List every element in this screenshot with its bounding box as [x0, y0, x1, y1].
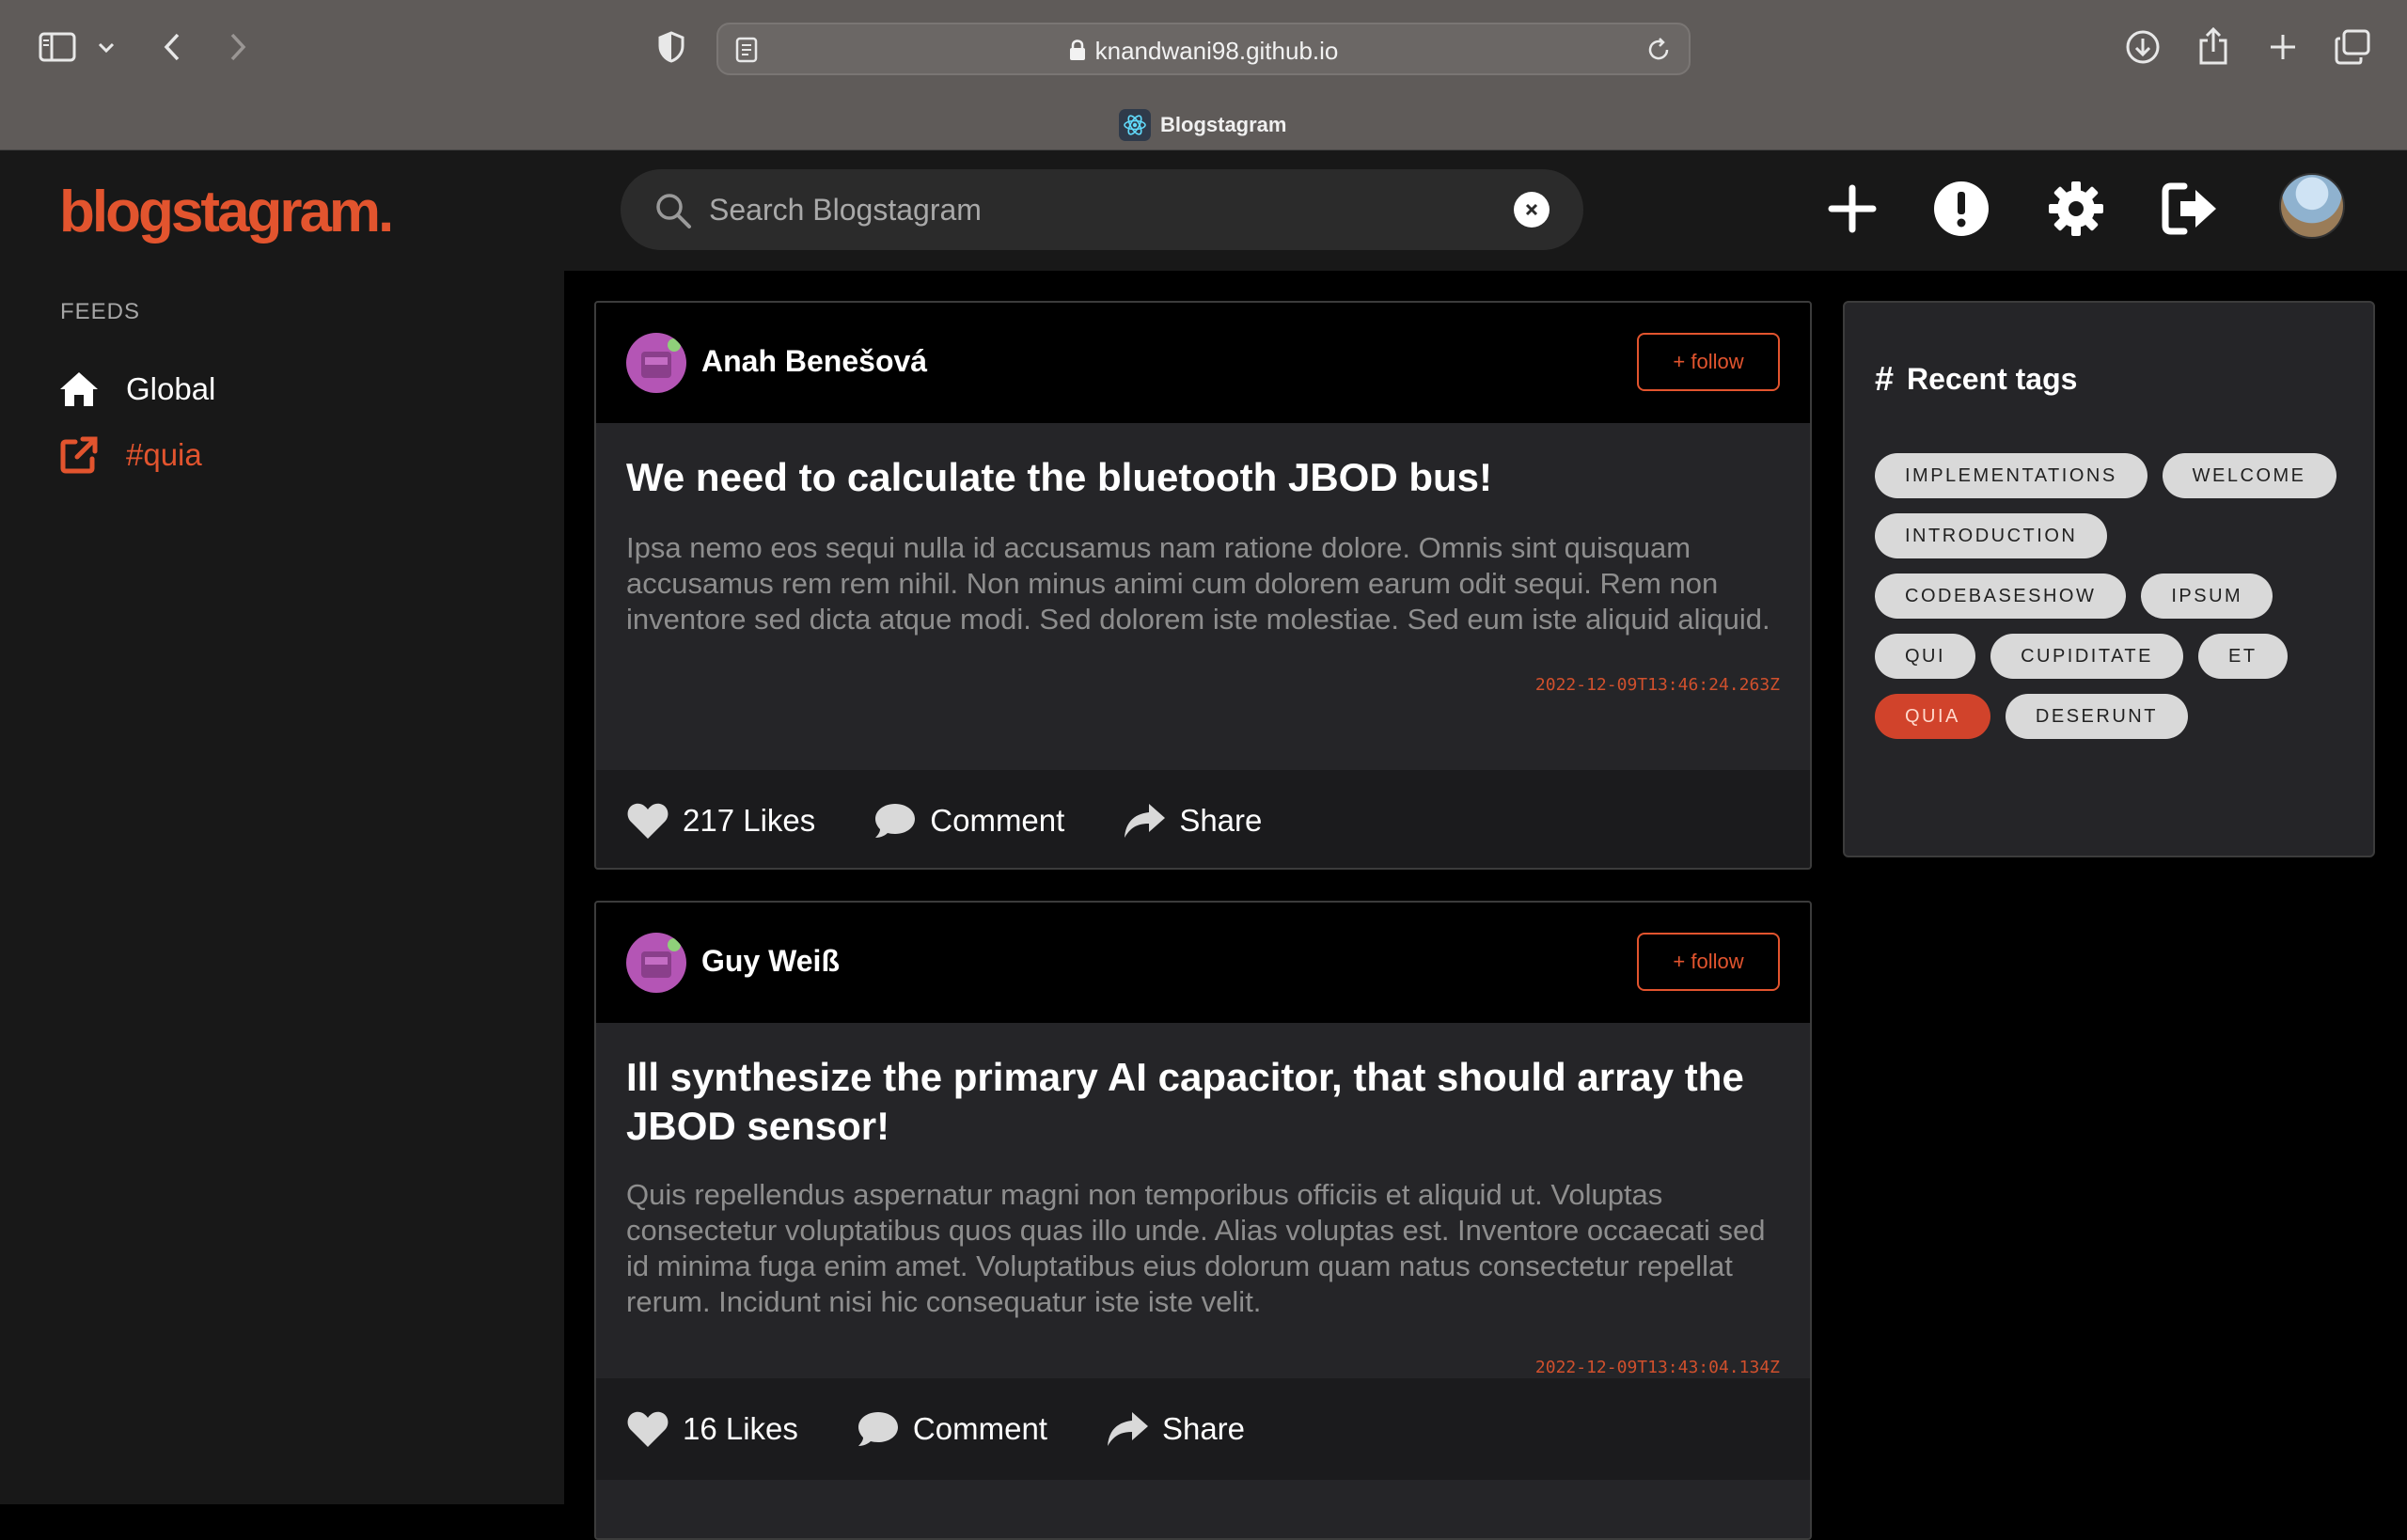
logout-icon[interactable] — [2161, 179, 2221, 239]
reload-icon[interactable] — [1645, 37, 1672, 68]
search-input[interactable] — [709, 188, 1518, 231]
recent-tags-heading: # Recent tags — [1875, 359, 2077, 399]
search-bar[interactable] — [621, 169, 1583, 250]
chevron-down-icon[interactable] — [94, 34, 118, 62]
tag-chip[interactable]: INTRODUCTION — [1875, 513, 2108, 558]
post-excerpt: Ipsa nemo eos sequi nulla id accusamus n… — [626, 531, 1770, 636]
author-avatar[interactable] — [626, 933, 686, 993]
tag-chip[interactable]: ET — [2198, 634, 2288, 679]
comment-icon — [873, 802, 917, 840]
post-timestamp: 2022-12-09T13:43:04.134Z — [1534, 1358, 1780, 1377]
sidebar-item-global[interactable]: Global — [58, 369, 215, 410]
privacy-shield-icon[interactable] — [654, 28, 688, 66]
like-button[interactable]: 16 Likes — [626, 1410, 798, 1448]
like-button[interactable]: 217 Likes — [626, 802, 815, 840]
plus-icon[interactable] — [1822, 179, 1882, 239]
share-arrow-icon — [1123, 802, 1166, 840]
post-card: Anah Benešová + follow We need to calcul… — [594, 301, 1812, 870]
url-text: knandwani98.github.io — [1094, 37, 1339, 65]
share-label: Share — [1179, 803, 1263, 838]
sidebar-heading: FEEDS — [60, 299, 141, 324]
gear-icon[interactable] — [2046, 179, 2106, 239]
tag-chip[interactable]: QUI — [1875, 634, 1976, 679]
post-title[interactable]: Ill synthesize the primary AI capacitor,… — [626, 1053, 1780, 1151]
hashtag-icon: # — [1875, 359, 1895, 398]
tag-chip[interactable]: IPSUM — [2141, 574, 2273, 619]
sidebar: FEEDS Global #quia — [0, 271, 564, 1504]
sidebar-item-quia[interactable]: #quia — [58, 434, 202, 476]
sidebar-toggle-icon[interactable] — [36, 28, 79, 66]
alert-icon[interactable] — [1931, 179, 1991, 239]
tag-chip[interactable]: DESERUNT — [2005, 694, 2188, 739]
tag-list: IMPLEMENTATIONS WELCOME INTRODUCTION COD… — [1875, 453, 2364, 754]
share-icon[interactable] — [2195, 24, 2232, 68]
post-body[interactable]: We need to calculate the bluetooth JBOD … — [596, 423, 1810, 770]
share-label: Share — [1161, 1411, 1246, 1446]
comment-button[interactable]: Comment — [873, 802, 1064, 840]
lock-icon — [1069, 39, 1086, 68]
app-header: blogstagram. — [0, 150, 2407, 271]
share-button[interactable]: Share — [1123, 802, 1262, 840]
tab-overview-icon[interactable] — [2332, 26, 2373, 68]
author-avatar[interactable] — [626, 333, 686, 393]
like-count: 16 Likes — [683, 1411, 798, 1446]
tag-chip[interactable]: IMPLEMENTATIONS — [1875, 453, 2147, 498]
heart-icon — [626, 802, 669, 840]
tag-chip-active[interactable]: QUIA — [1875, 694, 1990, 739]
browser-chrome: knandwani98.github.io Blogstagram — [0, 0, 2407, 150]
url-text-wrap: knandwani98.github.io — [718, 37, 1689, 68]
post-card: Guy Weiß + follow Ill synthesize the pri… — [594, 901, 1812, 1540]
recent-tags-panel: # Recent tags IMPLEMENTATIONS WELCOME IN… — [1843, 301, 2375, 857]
share-button[interactable]: Share — [1106, 1410, 1245, 1448]
browser-tab[interactable]: Blogstagram — [1119, 109, 1286, 141]
external-link-icon — [58, 434, 100, 476]
sidebar-item-label: #quia — [126, 437, 202, 472]
address-bar[interactable]: knandwani98.github.io — [716, 23, 1691, 75]
post-header: Guy Weiß + follow — [596, 903, 1810, 1023]
author-name[interactable]: Anah Benešová — [701, 344, 927, 379]
react-favicon-icon — [1119, 109, 1151, 141]
new-tab-icon[interactable] — [2264, 28, 2302, 66]
sidebar-item-label: Global — [126, 371, 216, 406]
post-actions: 217 Likes Comment Share — [596, 770, 1810, 868]
comment-label: Comment — [912, 1411, 1047, 1446]
user-avatar[interactable] — [2279, 173, 2345, 239]
heart-icon — [626, 1410, 669, 1448]
comment-icon — [857, 1410, 900, 1448]
comment-label: Comment — [930, 803, 1065, 838]
clear-search-icon[interactable] — [1514, 192, 1550, 228]
post-header: Anah Benešová + follow — [596, 303, 1810, 423]
back-icon[interactable] — [156, 28, 188, 66]
follow-button[interactable]: + follow — [1637, 933, 1780, 991]
tag-chip[interactable]: CUPIDITATE — [1990, 634, 2183, 679]
tag-chip[interactable]: WELCOME — [2162, 453, 2336, 498]
tab-title: Blogstagram — [1160, 113, 1287, 136]
post-body[interactable]: Ill synthesize the primary AI capacitor,… — [596, 1023, 1810, 1378]
forward-icon[interactable] — [222, 28, 254, 66]
tag-chip[interactable]: CODEBASESHOW — [1875, 574, 2127, 619]
home-icon — [58, 369, 100, 410]
logo[interactable]: blogstagram. — [59, 179, 394, 245]
share-arrow-icon — [1106, 1410, 1149, 1448]
search-icon — [654, 192, 692, 234]
author-name[interactable]: Guy Weiß — [701, 944, 840, 979]
recent-tags-title: Recent tags — [1907, 361, 2078, 396]
post-title[interactable]: We need to calculate the bluetooth JBOD … — [626, 453, 1780, 502]
post-timestamp: 2022-12-09T13:46:24.263Z — [1534, 675, 1780, 695]
post-excerpt: Quis repellendus aspernatur magni non te… — [626, 1178, 1766, 1318]
follow-button[interactable]: + follow — [1637, 333, 1780, 391]
like-count: 217 Likes — [683, 803, 816, 838]
comment-button[interactable]: Comment — [857, 1410, 1047, 1448]
download-icon[interactable] — [2123, 26, 2163, 68]
